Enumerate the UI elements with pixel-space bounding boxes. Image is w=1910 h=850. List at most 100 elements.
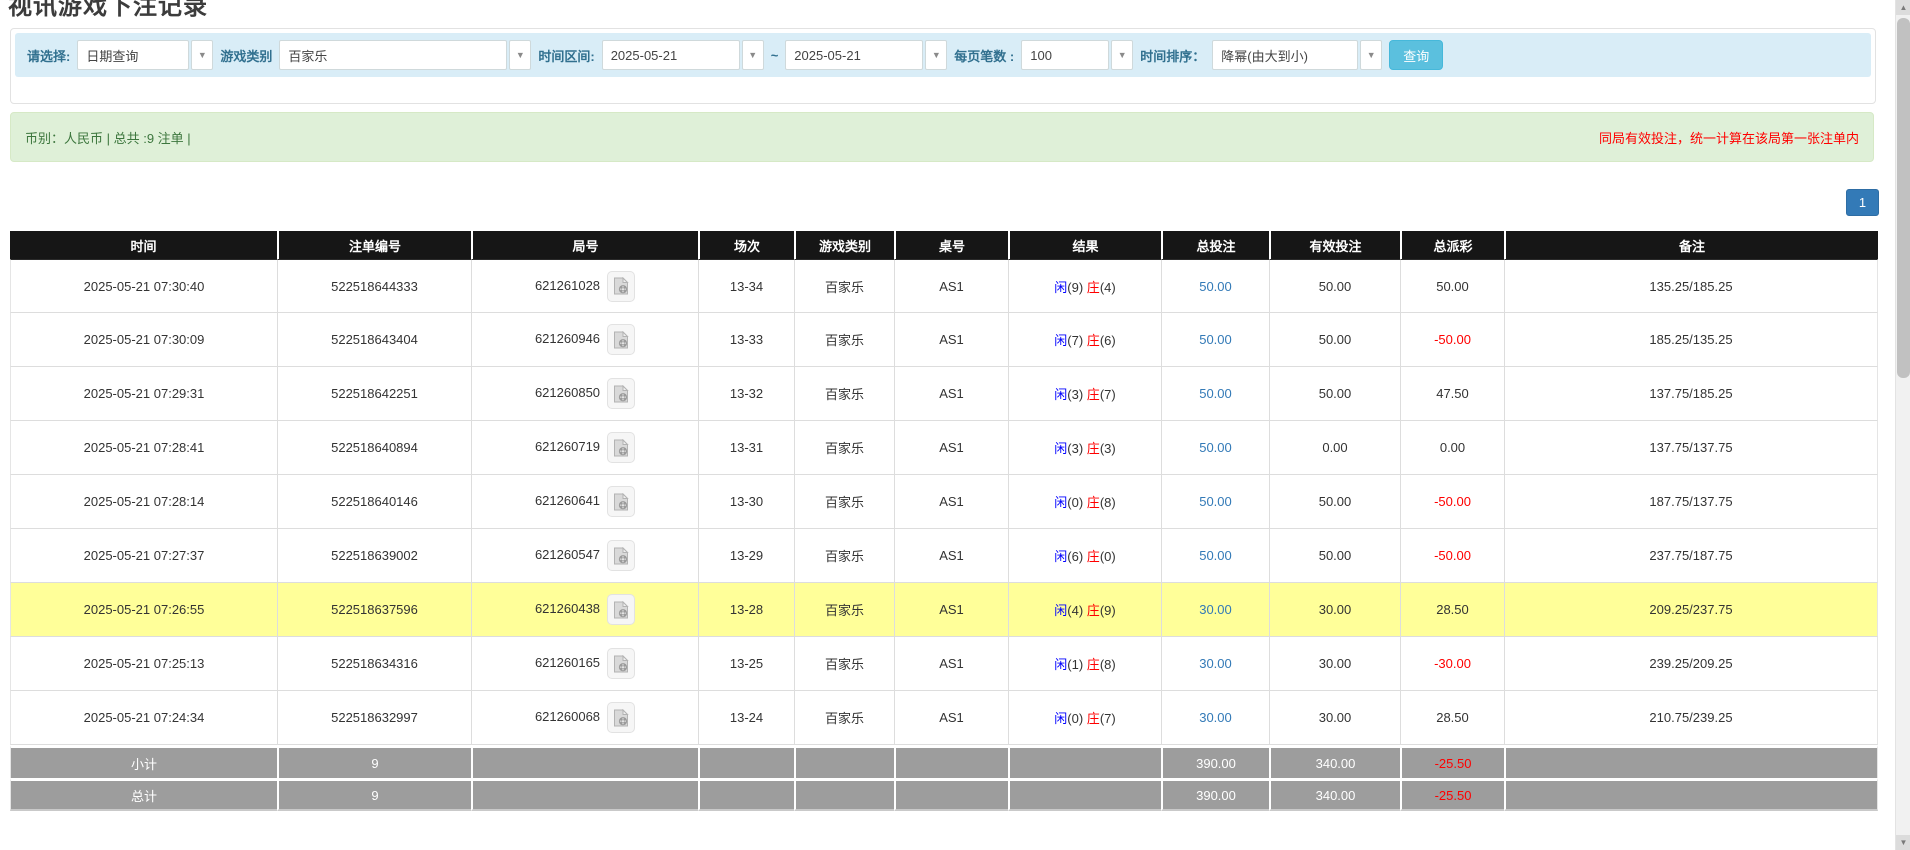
table-row: 2025-05-21 07:24:34522518632997621260068… [10,691,1878,745]
query-type-input[interactable]: 日期查询 [77,40,189,70]
cell-session: 13-34 [698,259,794,313]
total-bet-link[interactable]: 50.00 [1199,494,1232,509]
cell-game-type: 百家乐 [794,637,894,691]
cell-payout: -50.00 [1400,475,1504,529]
date-from-input[interactable]: 2025-05-21 [602,40,740,70]
column-header: 结果 [1008,231,1161,259]
cell-bet-number: 522518643404 [277,313,471,367]
video-replay-button[interactable] [607,271,635,302]
video-file-icon [613,709,629,727]
cell-payout: 47.50 [1400,367,1504,421]
cell-session: 13-24 [698,691,794,745]
summary-info-bar: 币别：人民币 | 总共 :9 注单 | 同局有效投注，统一计算在该局第一张注单内 [10,112,1874,162]
total-bet-link[interactable]: 30.00 [1199,602,1232,617]
table-body: 2025-05-21 07:30:40522518644333621261028… [10,259,1878,811]
video-replay-button[interactable] [607,324,635,355]
video-replay-button[interactable] [607,378,635,409]
sum-empty-round [471,745,698,778]
date-to-input[interactable]: 2025-05-21 [785,40,923,70]
result-banker-label: 庄 [1087,549,1100,564]
cell-game-type: 百家乐 [794,475,894,529]
total-bet-link[interactable]: 50.00 [1199,386,1232,401]
chevron-down-icon[interactable]: ▼ [1111,40,1133,70]
scrollbar-thumb[interactable] [1897,18,1910,378]
chevron-down-icon[interactable]: ▼ [509,40,531,70]
result-banker-label: 庄 [1087,280,1100,295]
chevron-down-icon[interactable]: ▼ [191,40,213,70]
cell-round-number: 621260547 [471,529,698,583]
cell-round-number: 621260068 [471,691,698,745]
cell-payout: 28.50 [1400,691,1504,745]
date-from-combo: 2025-05-21 ▼ [602,40,764,70]
video-replay-button[interactable] [607,540,635,571]
game-type-label: 游戏类别 [220,46,272,65]
chevron-down-icon[interactable]: ▼ [925,40,947,70]
scroll-down-icon[interactable]: ▼ [1896,835,1910,850]
time-sort-input[interactable]: 降幂(由大到小) [1212,40,1358,70]
search-button[interactable]: 查询 [1389,40,1443,70]
cell-round-number: 621260165 [471,637,698,691]
grand-total-row: 总计9390.00340.00-25.50 [10,778,1878,811]
sum-total-bet: 390.00 [1161,745,1269,778]
per-page-combo: 100 ▼ [1021,40,1133,70]
video-replay-button[interactable] [607,594,635,625]
sum-total-bet: 390.00 [1161,778,1269,811]
table-row: 2025-05-21 07:29:31522518642251621260850… [10,367,1878,421]
cell-bet-number: 522518634316 [277,637,471,691]
game-type-input[interactable]: 百家乐 [279,40,507,70]
total-bet-link[interactable]: 50.00 [1199,332,1232,347]
cell-bet-number: 522518644333 [277,259,471,313]
per-page-input[interactable]: 100 [1021,40,1109,70]
cell-time: 2025-05-21 07:29:31 [10,367,277,421]
scroll-up-icon[interactable]: ▲ [1896,0,1910,15]
result-banker-score: (3) [1100,441,1116,456]
sum-empty-table [894,778,1008,811]
cell-total-bet: 50.00 [1161,367,1269,421]
video-replay-button[interactable] [607,432,635,463]
cell-table-number: AS1 [894,259,1008,313]
total-bet-link[interactable]: 30.00 [1199,656,1232,671]
bet-records-table-wrap: 时间注单编号局号场次游戏类别桌号结果总投注有效投注总派彩备注 2025-05-2… [10,231,1878,811]
total-bet-link[interactable]: 50.00 [1199,440,1232,455]
query-type-combo: 日期查询 ▼ [77,40,213,70]
time-range-label: 时间区间: [538,46,594,65]
sum-label: 小计 [10,745,277,778]
total-bet-link[interactable]: 50.00 [1199,279,1232,294]
cell-round-number: 621260641 [471,475,698,529]
result-banker-score: (9) [1100,603,1116,618]
column-header: 时间 [10,231,277,259]
cell-time: 2025-05-21 07:28:14 [10,475,277,529]
chevron-down-icon[interactable]: ▼ [742,40,764,70]
time-sort-label: 时间排序： [1140,46,1205,65]
sum-empty-table [894,745,1008,778]
total-bet-link[interactable]: 50.00 [1199,548,1232,563]
cell-remark: 185.25/135.25 [1504,313,1878,367]
column-header: 注单编号 [277,231,471,259]
query-type-label: 请选择: [27,46,70,65]
column-header: 局号 [471,231,698,259]
sum-empty-game [794,745,894,778]
filter-panel: 请选择: 日期查询 ▼ 游戏类别 百家乐 ▼ 时间区间: 2025-05-21 … [10,28,1876,104]
cell-total-bet: 50.00 [1161,421,1269,475]
video-replay-button[interactable] [607,702,635,733]
result-player-score: (3) [1067,387,1087,402]
cell-result: 闲(4) 庄(9) [1008,583,1161,637]
total-bet-link[interactable]: 30.00 [1199,710,1232,725]
vertical-scrollbar[interactable]: ▲ ▼ [1895,0,1910,850]
subtotal-row: 小计9390.00340.00-25.50 [10,745,1878,778]
pagination: 1 [1846,189,1879,216]
round-number-text: 621260438 [535,601,600,616]
time-sort-combo: 降幂(由大到小) ▼ [1212,40,1382,70]
result-banker-label: 庄 [1087,333,1100,348]
sum-empty-session [698,778,794,811]
cell-remark: 239.25/209.25 [1504,637,1878,691]
round-number-text: 621261028 [535,277,600,292]
sum-empty-remark [1504,745,1878,778]
cell-game-type: 百家乐 [794,529,894,583]
video-file-icon [613,385,629,403]
chevron-down-icon[interactable]: ▼ [1360,40,1382,70]
video-replay-button[interactable] [607,486,635,517]
cell-bet-number: 522518639002 [277,529,471,583]
video-replay-button[interactable] [607,648,635,679]
page-1-button[interactable]: 1 [1846,189,1879,216]
